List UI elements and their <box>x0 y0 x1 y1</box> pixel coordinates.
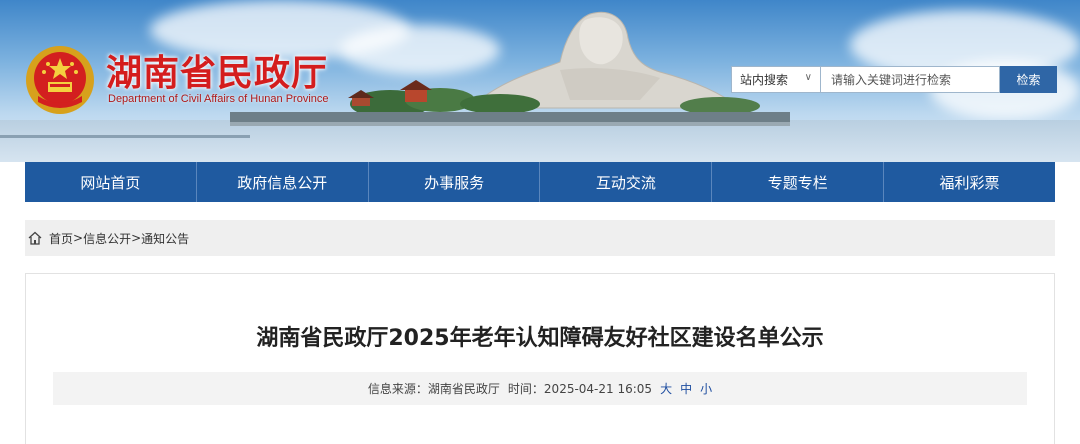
source-value: 湖南省民政厅 <box>427 382 500 396</box>
search-bar: 站内搜索 ∨ 检索 <box>731 66 1057 93</box>
article-meta: 信息来源： 湖南省民政厅 时间： 2025-04-21 16:05 大 中 小 <box>53 372 1027 405</box>
breadcrumb-info-public[interactable]: 信息公开 <box>83 230 131 247</box>
font-size-medium[interactable]: 中 <box>680 380 692 397</box>
nav-item-special[interactable]: 专题专栏 <box>712 162 885 202</box>
time-label: 时间： <box>507 382 544 396</box>
breadcrumb: 首页 > 信息公开 > 通知公告 <box>25 220 1055 256</box>
article-panel: 湖南省民政厅2025年老年认知障碍友好社区建设名单公示 信息来源： 湖南省民政厅… <box>25 273 1055 444</box>
nav-item-interaction[interactable]: 互动交流 <box>540 162 713 202</box>
nav-item-lottery[interactable]: 福利彩票 <box>884 162 1055 202</box>
home-icon <box>28 231 42 245</box>
breadcrumb-notices[interactable]: 通知公告 <box>141 230 189 247</box>
breadcrumb-home[interactable]: 首页 <box>49 230 73 247</box>
nav-item-gov-info[interactable]: 政府信息公开 <box>197 162 369 202</box>
breadcrumb-separator: > <box>73 231 84 245</box>
search-button[interactable]: 检索 <box>1000 66 1057 93</box>
breadcrumb-separator: > <box>131 231 142 245</box>
nav-item-home[interactable]: 网站首页 <box>25 162 197 202</box>
time-value: 2025-04-21 16:05 <box>543 381 653 396</box>
search-scope-select[interactable]: 站内搜索 ∨ <box>731 66 821 93</box>
nav-item-services[interactable]: 办事服务 <box>369 162 541 202</box>
font-size-small[interactable]: 小 <box>700 380 712 397</box>
article-title: 湖南省民政厅2025年老年认知障碍友好社区建设名单公示 <box>256 326 824 351</box>
search-scope-label: 站内搜索 <box>740 73 789 87</box>
chevron-down-icon: ∨ <box>804 72 812 83</box>
header-banner: 湖南省民政厅 Department of Civil Affairs of Hu… <box>0 0 1080 162</box>
site-subtitle: Department of Civil Affairs of Hunan Pro… <box>108 93 329 105</box>
search-input[interactable] <box>821 66 1000 93</box>
main-nav: 网站首页 政府信息公开 办事服务 互动交流 专题专栏 福利彩票 <box>25 162 1055 202</box>
national-emblem-icon <box>26 46 94 114</box>
font-size-large[interactable]: 大 <box>660 380 672 397</box>
source-label: 信息来源： <box>367 382 428 396</box>
site-title: 湖南省民政厅 <box>106 52 329 94</box>
